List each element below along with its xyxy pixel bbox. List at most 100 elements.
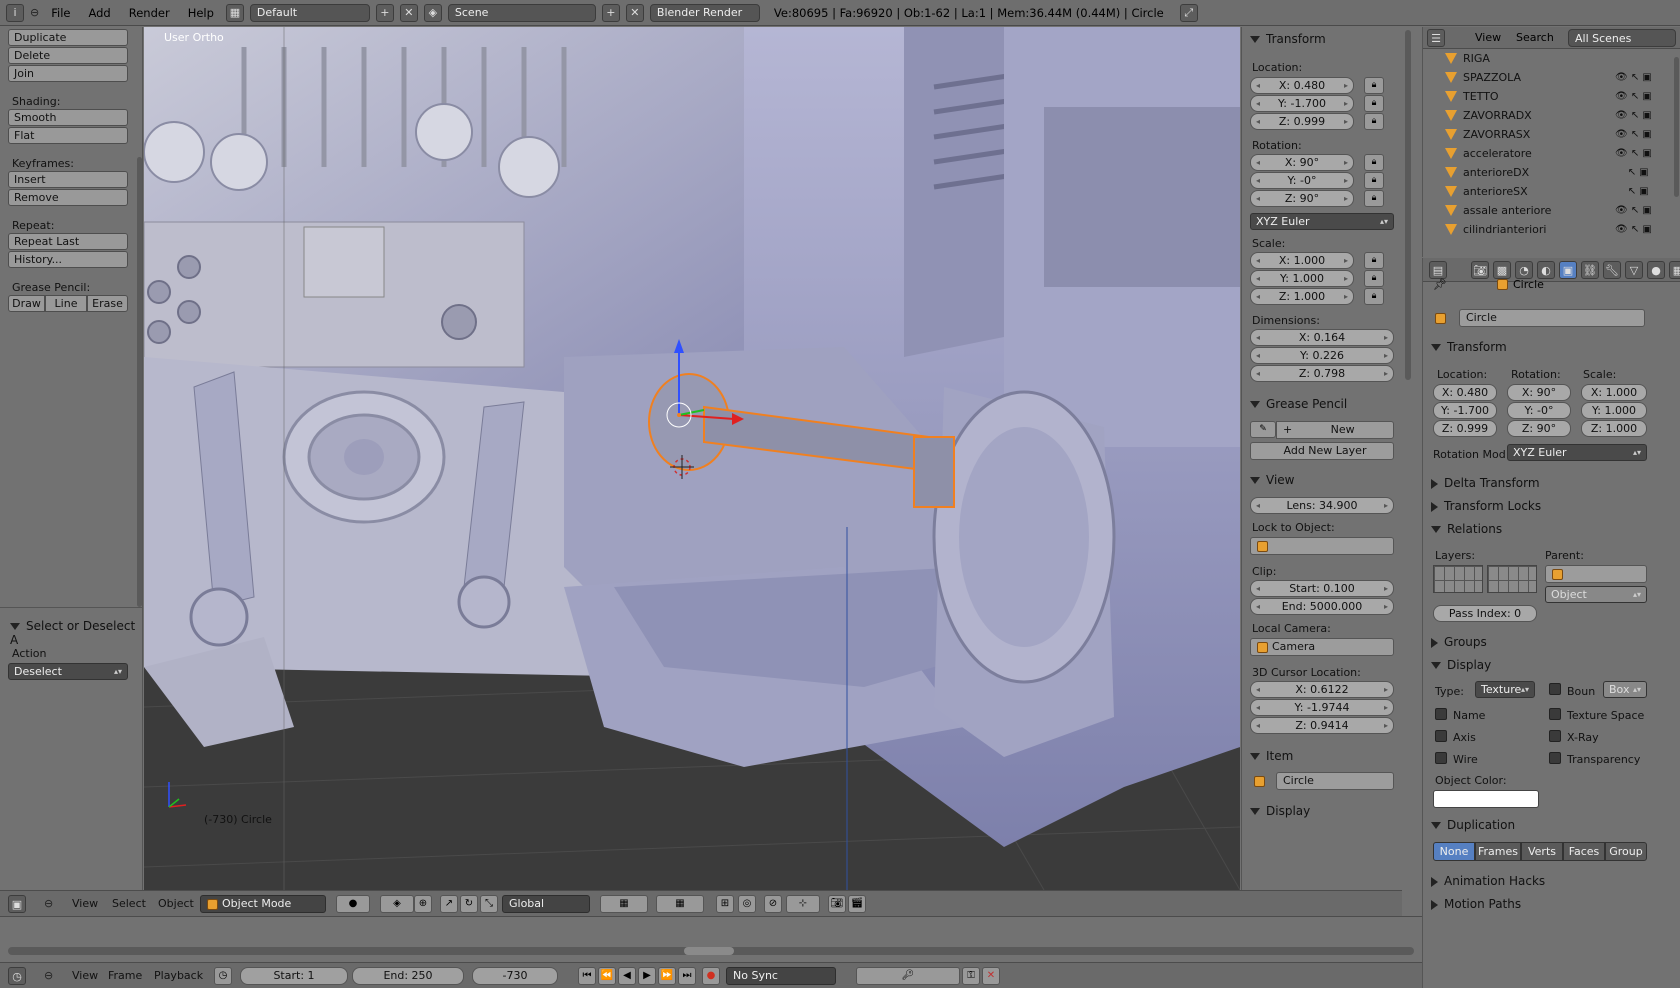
outliner-item[interactable]: SPAZZOLA 👁︎ ↖ ▣ bbox=[1423, 68, 1673, 87]
editor-type-icon[interactable]: ▣ bbox=[8, 895, 26, 913]
lock-icon[interactable]: 🔒︎ bbox=[1364, 252, 1384, 269]
menu-view[interactable]: View bbox=[1475, 31, 1501, 44]
n-transform-title[interactable]: Transform bbox=[1250, 32, 1326, 46]
smooth-button[interactable]: Smooth bbox=[8, 109, 128, 126]
render-tab-icon[interactable]: 📷︎ bbox=[1471, 261, 1489, 279]
dim-x-field[interactable]: ◂ X: 0.164 ▸ bbox=[1250, 329, 1394, 346]
display-panel[interactable]: Display bbox=[1250, 804, 1310, 818]
transform-panel[interactable]: Transform bbox=[1431, 340, 1507, 354]
loc-z-field[interactable]: ◂ Z: 0.999 ▸ bbox=[1250, 113, 1354, 130]
prop-scale-z[interactable]: Z: 1.000 bbox=[1581, 420, 1647, 437]
prop-rot-z[interactable]: Z: 90° bbox=[1507, 420, 1571, 437]
outliner-scrollbar[interactable] bbox=[1674, 57, 1679, 197]
draw-button[interactable]: Draw bbox=[8, 295, 45, 312]
dup-group-tab[interactable]: Group bbox=[1605, 842, 1647, 861]
add-layout-icon[interactable]: + bbox=[375, 3, 394, 22]
fullscreen-icon[interactable]: ⤢ bbox=[1179, 3, 1198, 22]
record-icon[interactable]: ● bbox=[702, 967, 720, 985]
insert-key-icon[interactable]: ⚿ bbox=[962, 967, 980, 985]
clip-start-field[interactable]: ◂ Start: 0.100 ▸ bbox=[1250, 580, 1394, 597]
outliner-item[interactable]: RIGA bbox=[1423, 49, 1673, 68]
outliner-item[interactable]: anterioreSX ↖ ▣ bbox=[1423, 182, 1673, 201]
lock-icon[interactable]: 🔒︎ bbox=[1364, 190, 1384, 207]
motion-paths-panel[interactable]: Motion Paths bbox=[1431, 897, 1521, 911]
history-button[interactable]: History... bbox=[8, 251, 128, 268]
prev-keyframe-icon[interactable]: ⏪ bbox=[598, 967, 616, 985]
current-frame-field[interactable]: -730 bbox=[472, 967, 558, 985]
transform-locks-panel[interactable]: Transform Locks bbox=[1431, 499, 1541, 513]
properties-editor-icon[interactable]: ▤ bbox=[1429, 261, 1447, 279]
prop-loc-z[interactable]: Z: 0.999 bbox=[1433, 420, 1497, 437]
insert-keyframe-button[interactable]: Insert bbox=[8, 171, 128, 188]
layers-b-icon[interactable]: ▦ bbox=[656, 895, 704, 913]
timeline[interactable]: 122 124 126 128 bbox=[0, 916, 1422, 962]
remove-scene-icon[interactable]: ✕ bbox=[625, 3, 644, 22]
prop-rot-y[interactable]: Y: -0° bbox=[1507, 402, 1571, 419]
texture-space-checkbox[interactable] bbox=[1549, 708, 1561, 720]
cursor-x-field[interactable]: ◂ X: 0.6122 ▸ bbox=[1250, 681, 1394, 698]
outliner-item[interactable]: cilindrianteriori 👁︎ ↖ ▣ bbox=[1423, 220, 1673, 239]
modifiers-tab-icon[interactable]: 🔧︎ bbox=[1603, 261, 1621, 279]
timeline-scroll-thumb[interactable] bbox=[684, 947, 734, 955]
lock-icon[interactable]: 🔒︎ bbox=[1364, 288, 1384, 305]
scene-tab-icon[interactable]: ◔ bbox=[1515, 261, 1533, 279]
cursor-z-field[interactable]: ◂ Z: 0.9414 ▸ bbox=[1250, 717, 1394, 734]
parent-type-select[interactable]: Object bbox=[1545, 586, 1647, 603]
line-button[interactable]: Line bbox=[45, 295, 87, 312]
lock-icon[interactable]: 🔒︎ bbox=[1364, 113, 1384, 130]
snap-toggle-icon[interactable]: ⊘ bbox=[764, 895, 782, 913]
toolshelf-scrollbar[interactable] bbox=[137, 157, 142, 607]
prop-rot-x[interactable]: X: 90° bbox=[1507, 384, 1571, 401]
menu-object[interactable]: Object bbox=[158, 895, 194, 913]
collapse-icon[interactable]: ⊖ bbox=[44, 969, 53, 982]
scale-x-field[interactable]: ◂ X: 1.000 ▸ bbox=[1250, 252, 1354, 269]
bounds-type-select[interactable]: Box bbox=[1603, 681, 1647, 698]
keying-set-field[interactable]: 🔑︎ bbox=[856, 967, 960, 985]
rot-z-field[interactable]: ◂ Z: 90° ▸ bbox=[1250, 190, 1354, 207]
dup-none-tab[interactable]: None bbox=[1433, 842, 1475, 861]
parent-field[interactable] bbox=[1545, 565, 1647, 583]
name-checkbox[interactable] bbox=[1435, 708, 1447, 720]
3d-viewport[interactable]: User Ortho (-730) Circle bbox=[144, 27, 1240, 890]
dim-y-field[interactable]: ◂ Y: 0.226 ▸ bbox=[1250, 347, 1394, 364]
pencil-icon[interactable]: ✎ bbox=[1250, 421, 1276, 438]
scene-selector[interactable]: Scene bbox=[447, 3, 596, 22]
scale-y-field[interactable]: ◂ Y: 1.000 ▸ bbox=[1250, 270, 1354, 287]
outliner-editor-icon[interactable]: ☰ bbox=[1427, 29, 1445, 47]
rotate-icon[interactable]: ↻ bbox=[460, 895, 478, 913]
lock-object-field[interactable] bbox=[1250, 537, 1394, 555]
repeat-last-button[interactable]: Repeat Last bbox=[8, 233, 128, 250]
add-scene-icon[interactable]: + bbox=[601, 3, 620, 22]
outliner-item[interactable]: anterioreDX ↖ ▣ bbox=[1423, 163, 1673, 182]
pivot-icon[interactable]: ◈ bbox=[380, 895, 414, 913]
menu-file[interactable]: File bbox=[45, 6, 76, 20]
jump-end-icon[interactable]: ⏭ bbox=[678, 967, 696, 985]
outliner-item[interactable]: ZAVORRASX 👁︎ ↖ ▣ bbox=[1423, 125, 1673, 144]
display-type-select[interactable]: Texture bbox=[1475, 681, 1535, 698]
lock-icon[interactable]: 🔒︎ bbox=[1364, 172, 1384, 189]
item-name-field[interactable]: Circle bbox=[1276, 772, 1394, 790]
lock-icon[interactable]: 🔒︎ bbox=[1364, 270, 1384, 287]
join-button[interactable]: Join bbox=[8, 65, 128, 82]
rot-x-field[interactable]: ◂ X: 90° ▸ bbox=[1250, 154, 1354, 171]
axis-checkbox[interactable] bbox=[1435, 730, 1447, 742]
remove-keyframe-button[interactable]: Remove bbox=[8, 189, 128, 206]
loc-y-field[interactable]: ◂ Y: -1.700 ▸ bbox=[1250, 95, 1354, 112]
prop-loc-y[interactable]: Y: -1.700 bbox=[1433, 402, 1497, 419]
scale-icon[interactable]: ⤡ bbox=[480, 895, 498, 913]
collapse-icon[interactable]: ⊖ bbox=[44, 897, 53, 910]
scale-z-field[interactable]: ◂ Z: 1.000 ▸ bbox=[1250, 288, 1354, 305]
start-frame-field[interactable]: Start: 1 bbox=[240, 967, 348, 985]
render-still-icon[interactable]: 📷︎ bbox=[828, 895, 846, 913]
data-tab-icon[interactable]: ▽ bbox=[1625, 261, 1643, 279]
object-color-swatch[interactable] bbox=[1433, 790, 1539, 808]
dup-frames-tab[interactable]: Frames bbox=[1475, 842, 1521, 861]
prop-rotation-mode-select[interactable]: XYZ Euler bbox=[1507, 444, 1647, 461]
proportional-edit-icon[interactable]: ◎ bbox=[738, 895, 756, 913]
scene-icon[interactable]: ◈ bbox=[423, 3, 442, 22]
xray-checkbox[interactable] bbox=[1549, 730, 1561, 742]
duplication-panel[interactable]: Duplication bbox=[1431, 818, 1515, 832]
prop-scale-x[interactable]: X: 1.000 bbox=[1581, 384, 1647, 401]
manipulator-toggle-icon[interactable]: ⊕ bbox=[414, 895, 432, 913]
menu-search[interactable]: Search bbox=[1516, 31, 1554, 44]
